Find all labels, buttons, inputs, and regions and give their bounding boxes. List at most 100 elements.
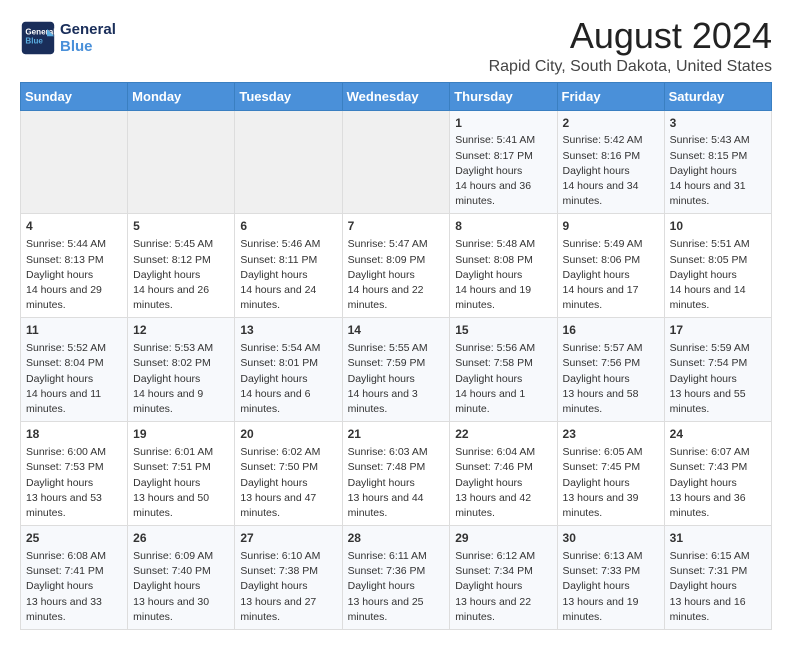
day-content: Sunrise: 6:10 AMSunset: 7:38 PMDaylight … — [240, 549, 336, 625]
calendar-cell — [342, 110, 450, 214]
day-content: Sunrise: 6:00 AMSunset: 7:53 PMDaylight … — [26, 445, 122, 521]
day-content: Sunrise: 5:41 AMSunset: 8:17 PMDaylight … — [455, 133, 551, 209]
calendar-cell: 26 Sunrise: 6:09 AMSunset: 7:40 PMDayligh… — [128, 526, 235, 630]
day-content: Sunrise: 6:07 AMSunset: 7:43 PMDaylight … — [670, 445, 766, 521]
calendar-cell: 11Sunrise: 5:52 AMSunset: 8:04 PMDayligh… — [21, 318, 128, 422]
day-content: Sunrise: 5:45 AMSunset: 8:12 PMDaylight … — [133, 237, 229, 313]
calendar-cell: 12 Sunrise: 5:53 AMSunset: 8:02 PMDayligh… — [128, 318, 235, 422]
calendar-cell: 14Sunrise: 5:55 AMSunset: 7:59 PMDayligh… — [342, 318, 450, 422]
calendar-week-4: 18 Sunrise: 6:00 AMSunset: 7:53 PMDayligh… — [21, 422, 772, 526]
day-content: Sunrise: 6:03 AMSunset: 7:48 PMDaylight … — [348, 445, 445, 521]
day-content: Sunrise: 5:54 AMSunset: 8:01 PMDaylight … — [240, 341, 336, 417]
calendar-cell: 22Sunrise: 6:04 AMSunset: 7:46 PMDayligh… — [450, 422, 557, 526]
day-content: Sunrise: 6:12 AMSunset: 7:34 PMDaylight … — [455, 549, 551, 625]
day-number: 31 — [670, 530, 766, 547]
calendar-cell: 2Sunrise: 5:42 AMSunset: 8:16 PMDaylight… — [557, 110, 664, 214]
calendar-cell: 17Sunrise: 5:59 AMSunset: 7:54 PMDayligh… — [664, 318, 771, 422]
calendar-cell: 19 Sunrise: 6:01 AMSunset: 7:51 PMDayligh… — [128, 422, 235, 526]
day-number: 22 — [455, 426, 551, 443]
day-number: 21 — [348, 426, 445, 443]
day-number: 24 — [670, 426, 766, 443]
day-number: 7 — [348, 218, 445, 235]
day-number: 10 — [670, 218, 766, 235]
day-number: 4 — [26, 218, 122, 235]
calendar-cell: 18 Sunrise: 6:00 AMSunset: 7:53 PMDayligh… — [21, 422, 128, 526]
calendar-table: SundayMondayTuesdayWednesdayThursdayFrid… — [20, 82, 772, 630]
weekday-header-tuesday: Tuesday — [235, 82, 342, 110]
day-content: Sunrise: 5:49 AMSunset: 8:06 PMDaylight … — [563, 237, 659, 313]
day-content: Sunrise: 5:47 AMSunset: 8:09 PMDaylight … — [348, 237, 445, 313]
logo-line1: General — [60, 21, 116, 38]
title-block: August 2024 Rapid City, South Dakota, Un… — [489, 16, 772, 76]
day-number: 13 — [240, 322, 336, 339]
calendar-cell: 3Sunrise: 5:43 AMSunset: 8:15 PMDaylight… — [664, 110, 771, 214]
weekday-header-friday: Friday — [557, 82, 664, 110]
calendar-cell: 6Sunrise: 5:46 AMSunset: 8:11 PMDaylight… — [235, 214, 342, 318]
day-number: 14 — [348, 322, 445, 339]
day-number: 2 — [563, 115, 659, 132]
day-number: 19 — [133, 426, 229, 443]
sub-title: Rapid City, South Dakota, United States — [489, 58, 772, 76]
day-number: 11 — [26, 322, 122, 339]
day-number: 18 — [26, 426, 122, 443]
day-content: Sunrise: 6:13 AMSunset: 7:33 PMDaylight … — [563, 549, 659, 625]
day-number: 8 — [455, 218, 551, 235]
day-content: Sunrise: 5:44 AMSunset: 8:13 PMDaylight … — [26, 237, 122, 313]
weekday-header-sunday: Sunday — [21, 82, 128, 110]
day-number: 28 — [348, 530, 445, 547]
day-content: Sunrise: 5:43 AMSunset: 8:15 PMDaylight … — [670, 133, 766, 209]
day-content: Sunrise: 5:53 AMSunset: 8:02 PMDaylight … — [133, 341, 229, 417]
calendar-cell: 24 Sunrise: 6:07 AMSunset: 7:43 PMDayligh… — [664, 422, 771, 526]
main-title: August 2024 — [489, 16, 772, 56]
day-content: Sunrise: 5:48 AMSunset: 8:08 PMDaylight … — [455, 237, 551, 313]
calendar-cell: 4 Sunrise: 5:44 AMSunset: 8:13 PMDaylight… — [21, 214, 128, 318]
day-number: 17 — [670, 322, 766, 339]
logo-icon: General Blue — [20, 20, 56, 56]
calendar-cell: 31 Sunrise: 6:15 AMSunset: 7:31 PMDayligh… — [664, 526, 771, 630]
day-content: Sunrise: 5:56 AMSunset: 7:58 PMDaylight … — [455, 341, 551, 417]
day-number: 29 — [455, 530, 551, 547]
calendar-week-5: 25 Sunrise: 6:08 AMSunset: 7:41 PMDayligh… — [21, 526, 772, 630]
day-content: Sunrise: 6:08 AMSunset: 7:41 PMDaylight … — [26, 549, 122, 625]
calendar-cell: 29 Sunrise: 6:12 AMSunset: 7:34 PMDayligh… — [450, 526, 557, 630]
day-content: Sunrise: 6:15 AMSunset: 7:31 PMDaylight … — [670, 549, 766, 625]
calendar-week-2: 4 Sunrise: 5:44 AMSunset: 8:13 PMDaylight… — [21, 214, 772, 318]
day-number: 12 — [133, 322, 229, 339]
day-number: 26 — [133, 530, 229, 547]
logo-text-block: General Blue — [60, 21, 116, 56]
calendar-cell: 27 Sunrise: 6:10 AMSunset: 7:38 PMDayligh… — [235, 526, 342, 630]
calendar-week-3: 11Sunrise: 5:52 AMSunset: 8:04 PMDayligh… — [21, 318, 772, 422]
page-header: General Blue General Blue August 2024 Ra… — [20, 16, 772, 76]
day-content: Sunrise: 6:05 AMSunset: 7:45 PMDaylight … — [563, 445, 659, 521]
day-number: 3 — [670, 115, 766, 132]
day-content: Sunrise: 5:51 AMSunset: 8:05 PMDaylight … — [670, 237, 766, 313]
day-number: 23 — [563, 426, 659, 443]
calendar-cell: 10 Sunrise: 5:51 AMSunset: 8:05 PMDayligh… — [664, 214, 771, 318]
logo-line2: Blue — [60, 38, 116, 55]
calendar-cell: 16Sunrise: 5:57 AMSunset: 7:56 PMDayligh… — [557, 318, 664, 422]
weekday-header-saturday: Saturday — [664, 82, 771, 110]
calendar-cell: 25 Sunrise: 6:08 AMSunset: 7:41 PMDayligh… — [21, 526, 128, 630]
day-content: Sunrise: 5:46 AMSunset: 8:11 PMDaylight … — [240, 237, 336, 313]
calendar-cell — [128, 110, 235, 214]
weekday-header-monday: Monday — [128, 82, 235, 110]
calendar-cell: 5Sunrise: 5:45 AMSunset: 8:12 PMDaylight… — [128, 214, 235, 318]
day-content: Sunrise: 6:02 AMSunset: 7:50 PMDaylight … — [240, 445, 336, 521]
day-content: Sunrise: 6:09 AMSunset: 7:40 PMDaylight … — [133, 549, 229, 625]
day-number: 20 — [240, 426, 336, 443]
day-content: Sunrise: 5:42 AMSunset: 8:16 PMDaylight … — [563, 133, 659, 209]
day-content: Sunrise: 6:11 AMSunset: 7:36 PMDaylight … — [348, 549, 445, 625]
weekday-header-thursday: Thursday — [450, 82, 557, 110]
day-number: 16 — [563, 322, 659, 339]
calendar-cell — [235, 110, 342, 214]
day-number: 25 — [26, 530, 122, 547]
day-number: 27 — [240, 530, 336, 547]
calendar-cell: 1Sunrise: 5:41 AMSunset: 8:17 PMDaylight… — [450, 110, 557, 214]
weekday-row: SundayMondayTuesdayWednesdayThursdayFrid… — [21, 82, 772, 110]
calendar-cell — [21, 110, 128, 214]
day-number: 1 — [455, 115, 551, 132]
logo: General Blue General Blue — [20, 20, 116, 56]
calendar-cell: 13 Sunrise: 5:54 AMSunset: 8:01 PMDayligh… — [235, 318, 342, 422]
day-content: Sunrise: 6:01 AMSunset: 7:51 PMDaylight … — [133, 445, 229, 521]
day-number: 9 — [563, 218, 659, 235]
